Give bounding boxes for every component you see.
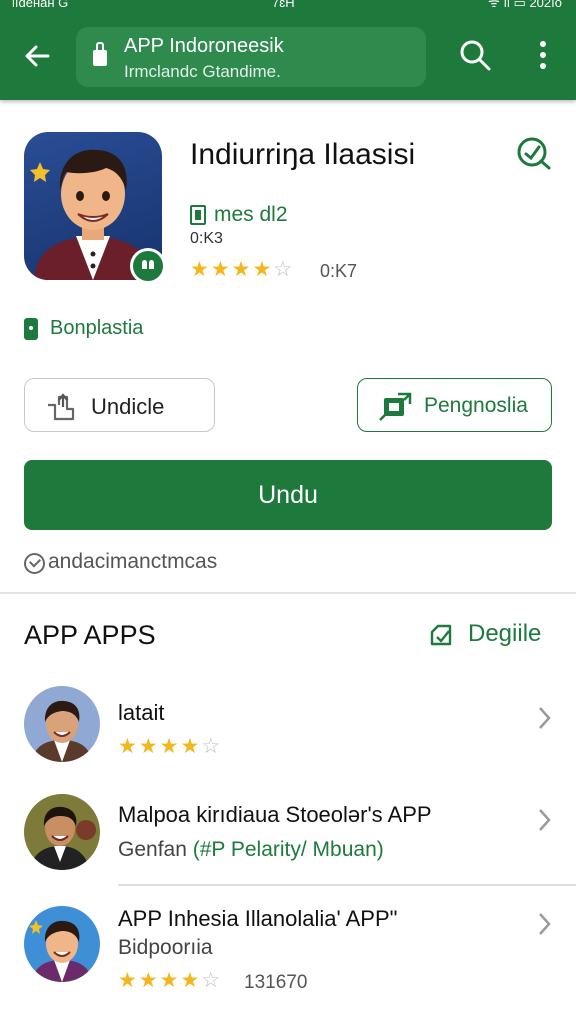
share-button[interactable]: Undicle xyxy=(24,378,215,432)
search-icon[interactable] xyxy=(458,38,492,72)
category-label: Bonplastia xyxy=(50,317,144,339)
star-filled-icon: ★ xyxy=(231,258,251,281)
star-filled-icon: ★ xyxy=(118,735,137,758)
verified-badge-icon xyxy=(130,248,166,284)
list-divider xyxy=(118,884,576,886)
list-item[interactable]: Malpoa kirıdiaua Stoeolər's APP Genfan (… xyxy=(0,794,576,874)
chevron-right-icon xyxy=(539,707,551,729)
list-item-subtitle: Genfan (#P Pelarity/ Mbuan) xyxy=(118,838,384,862)
star-filled-icon: ★ xyxy=(252,258,272,281)
list-item-title: latait xyxy=(118,700,165,725)
search-subtitle: Irmclandc Gtandime. xyxy=(124,62,281,81)
status-bar: lıdeнан G 7ɛH ᯤ ıl ▭ 202ıo xyxy=(0,0,576,14)
app-store-bag-icon xyxy=(93,42,107,66)
chevron-right-icon xyxy=(539,809,551,831)
back-button[interactable] xyxy=(18,36,58,76)
list-item-title: Malpoa kirıdiaua Stoeolər's APP xyxy=(118,802,432,827)
developer-icon xyxy=(190,205,206,225)
star-filled-icon: ★ xyxy=(159,735,179,758)
list-item[interactable]: latait ★ ★ ★ ★ ☆ xyxy=(0,686,576,766)
star-filled-icon: ★ xyxy=(118,969,137,992)
list-item-count: 131670 xyxy=(244,972,308,993)
status-left: lıdeнан G xyxy=(12,0,69,10)
app-size: 0:K3 xyxy=(190,230,223,247)
edit-tag-icon xyxy=(430,624,452,646)
rating-count: 0:K7 xyxy=(320,261,358,281)
star-filled-icon: ★ xyxy=(138,969,158,992)
list-item-tagline: (#P Pelarity/ Mbuan) xyxy=(192,838,384,861)
install-option-label: Pengnoslia xyxy=(424,394,528,417)
install-option-button[interactable]: Pengnoslia xyxy=(357,378,552,432)
app-rating-stars: ★ ★ ★ ★ ☆ xyxy=(190,259,292,281)
avatar xyxy=(24,686,100,762)
more-vert-icon[interactable] xyxy=(530,38,556,72)
list-item-stars: ★ ★ ★ ★ ☆ xyxy=(118,970,220,992)
search-field[interactable]: APP Indoroneesik Irmclandc Gtandime. xyxy=(76,27,426,87)
avatar xyxy=(24,794,100,870)
star-filled-icon: ★ xyxy=(180,969,200,992)
list-item[interactable]: APP Inhesia Illanolalia' APP" Bidpoorıia… xyxy=(0,906,576,1006)
star-filled-icon: ★ xyxy=(180,735,200,758)
tag-icon xyxy=(24,318,38,340)
list-item-stars: ★ ★ ★ ★ ☆ xyxy=(118,736,220,758)
download-button[interactable]: Undu xyxy=(24,460,552,530)
star-empty-icon: ☆ xyxy=(201,735,221,758)
status-time: 7ɛH xyxy=(272,0,295,10)
share-icon xyxy=(48,393,75,421)
list-item-publisher: Genfan xyxy=(118,838,187,861)
section-divider xyxy=(0,592,576,594)
app-title: Indiurriŋa Ilaasisi xyxy=(190,138,416,171)
star-filled-icon: ★ xyxy=(190,258,209,281)
search-title: APP Indoroneesik xyxy=(124,35,284,57)
install-box-icon xyxy=(379,392,412,421)
star-filled-icon: ★ xyxy=(138,735,158,758)
list-item-subtitle: Bidpoorıia xyxy=(118,936,213,959)
list-item-title: APP Inhesia Illanolalia' APP" xyxy=(118,906,398,931)
chevron-right-icon xyxy=(539,913,551,935)
app-bar: lıdeнан G 7ɛH ᯤ ıl ▭ 202ıo APP Indoronee… xyxy=(0,0,576,100)
section-link-label: Degiile xyxy=(468,620,542,647)
star-empty-icon: ☆ xyxy=(273,258,293,281)
status-right: ᯤ ıl ▭ 202ıo xyxy=(487,0,562,10)
refresh-search-icon[interactable] xyxy=(514,134,552,172)
avatar xyxy=(24,906,100,982)
star-filled-icon: ★ xyxy=(210,258,230,281)
developer-name: mes dl2 xyxy=(214,203,288,226)
arrow-left-icon xyxy=(25,45,50,67)
note-text: andacimanctmcas xyxy=(48,550,218,573)
star-empty-icon: ☆ xyxy=(201,969,221,992)
share-label: Undicle xyxy=(91,394,165,419)
star-filled-icon: ★ xyxy=(159,969,179,992)
section-title: APP APPS xyxy=(24,620,156,650)
